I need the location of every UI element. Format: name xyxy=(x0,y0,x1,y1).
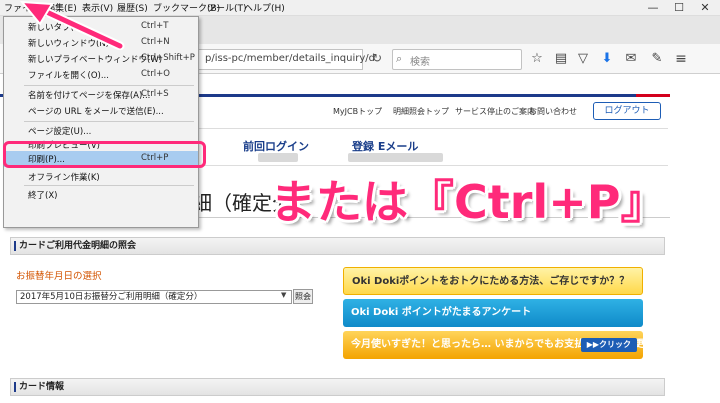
banner-click-button[interactable]: ▶▶クリック xyxy=(580,338,637,352)
menu-item-page-setup[interactable]: ページ設定(U)... xyxy=(4,123,198,138)
redacted-login-date xyxy=(258,153,298,162)
banner-change-payment[interactable]: 今月使いすぎた！と思ったら… いまからでもお支払い金額を変更できます！ ▶▶クリ… xyxy=(343,331,643,359)
menu-separator xyxy=(24,185,194,186)
section-header-card-info: カード情報 xyxy=(10,378,665,396)
date-select[interactable]: 2017年5月10日お振替分ご利用明細（確定分） xyxy=(16,290,292,304)
reader-icon[interactable]: ▤ xyxy=(552,50,570,68)
menu-separator xyxy=(24,121,194,122)
bookmark-star-icon[interactable]: ☆ xyxy=(528,50,546,68)
pointer-arrow-icon xyxy=(19,0,125,50)
header-accent xyxy=(636,94,670,97)
link-service-notice[interactable]: サービス停止のご案内 xyxy=(455,106,535,117)
banner-survey[interactable]: Oki Doki ポイントがたまるアンケート xyxy=(343,299,643,327)
menu-tools[interactable]: ツール(T) xyxy=(207,1,247,14)
maximize-button[interactable]: ☐ xyxy=(666,0,692,16)
download-icon[interactable]: ⬇ xyxy=(598,50,616,68)
search-placeholder: 検索 xyxy=(410,57,430,68)
menu-item-open-file[interactable]: ファイルを開く(O)... Ctrl+O xyxy=(4,67,198,82)
redacted-email xyxy=(348,153,443,162)
url-text[interactable]: p/iss-pc/member/details_inquiry/d xyxy=(205,53,375,64)
date-select-label: お振替年月日の選択 xyxy=(16,271,102,282)
eyedropper-icon[interactable]: ✎ xyxy=(648,50,666,68)
menu-item-exit[interactable]: 終了(X) xyxy=(4,187,198,202)
menu-item-save-page[interactable]: 名前を付けてページを保存(A)... Ctrl+S xyxy=(4,87,198,102)
print-highlight-frame xyxy=(3,141,206,168)
menu-item-new-private-window[interactable]: 新しいプライベートウィンドウ(W) Ctrl+Shift+P xyxy=(4,51,198,66)
hamburger-menu-icon[interactable]: ≡ xyxy=(672,50,690,68)
close-window-button[interactable]: ✕ xyxy=(692,0,718,16)
banner-points-guide[interactable]: Oki Dokiポイントをおトクにためる方法、ご存じですか？？ xyxy=(343,267,643,295)
link-statement-top[interactable]: 明細照会トップ xyxy=(393,106,449,117)
view-button[interactable]: 照会 xyxy=(293,289,313,304)
email-label: 登録 Eメール xyxy=(352,140,419,153)
link-myjcb-top[interactable]: MyJCBトップ xyxy=(333,106,382,117)
reload-icon[interactable]: ↻ xyxy=(368,51,386,68)
menu-help[interactable]: ヘルプ(H) xyxy=(244,1,285,14)
link-contact[interactable]: お問い合わせ xyxy=(529,106,577,117)
last-login-label: 前回ログイン xyxy=(243,140,309,153)
pocket-icon[interactable]: ▽ xyxy=(574,50,592,68)
overlay-caption: または『Ctrl+P』 xyxy=(270,175,667,229)
menu-item-work-offline[interactable]: オフライン作業(K) xyxy=(4,169,198,184)
menu-item-email-link[interactable]: ページの URL をメールで送信(E)... xyxy=(4,103,198,118)
search-icon: ⌕ xyxy=(396,52,403,65)
menu-separator xyxy=(24,85,194,86)
extension-icon[interactable]: ✉ xyxy=(622,50,640,68)
logout-button[interactable]: ログアウト xyxy=(593,102,661,120)
section-header-statement: カードご利用代金明細の照会 xyxy=(10,237,665,255)
chevron-down-icon[interactable]: ▼ xyxy=(281,291,286,299)
minimize-button[interactable]: — xyxy=(640,0,666,16)
